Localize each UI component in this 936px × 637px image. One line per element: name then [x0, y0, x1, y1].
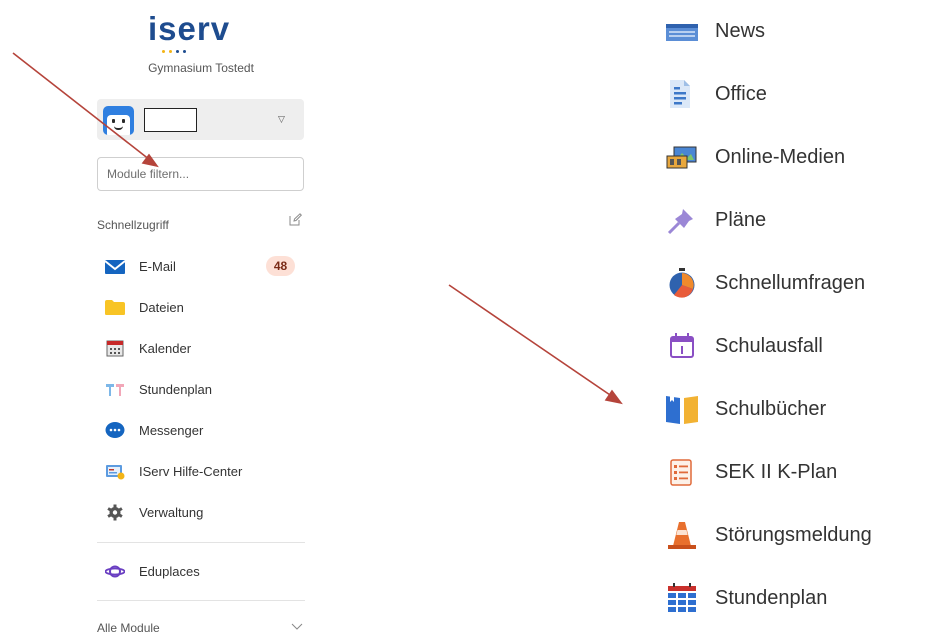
traffic-cone-icon	[668, 522, 696, 549]
quick-access-title: Schnellzugriff	[97, 218, 169, 232]
user-menu[interactable]: ▽	[97, 99, 304, 140]
chevron-down-icon[interactable]	[291, 621, 303, 631]
logo-text: iserv	[148, 10, 231, 47]
all-modules-toggle[interactable]: Alle Module	[97, 621, 160, 635]
stopwatch-icon	[669, 268, 695, 298]
arrow-to-module-list	[448, 284, 623, 405]
module-sek-ii-k-plan[interactable]: SEK II K-Plan	[664, 451, 924, 491]
calendar-cancel-icon	[670, 333, 694, 358]
chat-bubble-icon	[105, 422, 125, 438]
pencil-edit-icon[interactable]	[289, 213, 302, 226]
media-icon	[666, 146, 697, 169]
folder-icon	[105, 300, 125, 315]
school-name: Gymnasium Tostedt	[148, 61, 254, 75]
divider	[97, 600, 305, 601]
module-stundenplan[interactable]: Stundenplan	[664, 577, 924, 617]
document-icon	[670, 80, 690, 108]
logo-dots	[162, 50, 186, 53]
module-schulausfall[interactable]: Schulausfall	[664, 325, 924, 365]
iserv-logo[interactable]: iserv	[148, 10, 248, 53]
calendar-icon	[106, 340, 124, 357]
nav-item-messenger[interactable]: Messenger	[97, 415, 307, 445]
nav-item-email[interactable]: E-Mail 48	[97, 251, 307, 281]
module-plaene[interactable]: Pläne	[664, 199, 924, 239]
avatar	[103, 106, 134, 135]
help-center-icon	[106, 465, 125, 480]
module-news[interactable]: News	[664, 10, 924, 50]
module-online-medien[interactable]: Online-Medien	[664, 136, 924, 176]
nav-item-eduplaces[interactable]: Eduplaces	[97, 556, 307, 586]
module-stoerungsmeldung[interactable]: Störungsmeldung	[664, 514, 924, 554]
nav-item-verwaltung[interactable]: Verwaltung	[97, 497, 307, 527]
timetable-icon	[106, 384, 124, 396]
module-schulbuecher[interactable]: Schulbücher	[664, 388, 924, 428]
module-schnellumfragen[interactable]: Schnellumfragen	[664, 262, 924, 302]
nav-item-dateien[interactable]: Dateien	[97, 292, 307, 322]
module-office[interactable]: Office	[664, 73, 924, 113]
nav-item-hilfe-center[interactable]: IServ Hilfe-Center	[97, 456, 307, 486]
nav-item-kalender[interactable]: Kalender	[97, 333, 307, 363]
nav-item-stundenplan[interactable]: Stundenplan	[97, 374, 307, 404]
checklist-icon	[670, 459, 692, 486]
gear-icon	[107, 504, 123, 521]
caret-down-icon[interactable]: ▽	[278, 114, 285, 125]
username-field	[144, 108, 197, 132]
planet-icon	[105, 565, 125, 578]
unread-badge: 48	[266, 256, 295, 276]
books-icon	[666, 396, 698, 424]
pushpin-icon	[667, 209, 693, 235]
mail-icon	[105, 260, 125, 274]
news-icon	[666, 24, 698, 41]
divider	[97, 542, 305, 543]
timetable-icon	[668, 583, 696, 612]
module-filter-input[interactable]	[97, 157, 304, 191]
